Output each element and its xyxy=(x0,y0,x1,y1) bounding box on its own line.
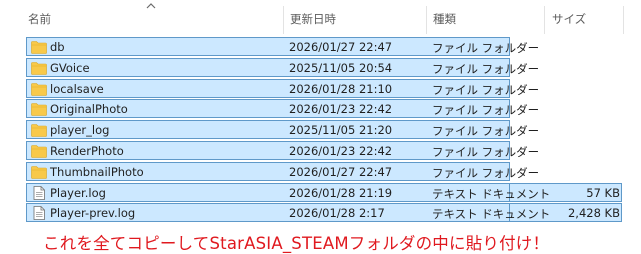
file-name: RenderPhoto xyxy=(50,144,124,158)
file-date-modified: 2026/01/27 22:47 xyxy=(289,164,393,179)
folder-icon xyxy=(31,61,47,75)
file-row[interactable]: Player-prev.log 2026/01/28 2:17 テキスト ドキュメン… xyxy=(26,203,620,223)
file-type: ファイル フォルダー xyxy=(432,61,540,76)
instruction-note: これを全てコピーしてStarASIA_STEAMフォルダの中に貼り付け！ xyxy=(43,234,550,253)
file-type: ファイル フォルダー xyxy=(432,165,540,180)
file-row[interactable]: ThumbnailPhoto 2026/01/27 22:47 ファイル フォルダー xyxy=(26,161,539,181)
file-name: localsave xyxy=(50,81,104,96)
file-row[interactable]: localsave 2026/01/28 21:10 ファイル フォルダー xyxy=(26,78,539,98)
file-row[interactable]: Player.log 2026/01/28 21:19 テキスト ドキュメント 57 … xyxy=(26,182,620,202)
folder-icon xyxy=(31,165,47,179)
file-type: ファイル フォルダー xyxy=(432,41,540,55)
file-name: Player.log xyxy=(50,185,106,200)
file-date-modified: 2025/11/05 21:20 xyxy=(289,123,393,138)
sort-ascending-chevron-icon[interactable] xyxy=(146,2,156,9)
column-header-date[interactable]: 更新日時 xyxy=(290,11,336,27)
file-date-modified: 2026/01/23 22:42 xyxy=(289,102,393,117)
file-name: db xyxy=(50,40,65,54)
column-header-size[interactable]: サイズ xyxy=(552,11,586,27)
column-header-type[interactable]: 種類 xyxy=(433,11,456,27)
file-row[interactable]: GVoice 2025/11/05 20:54 ファイル フォルダー xyxy=(26,57,539,77)
file-size: 2,428 KB xyxy=(567,206,620,221)
file-type: ファイル フォルダー xyxy=(432,145,540,159)
column-divider[interactable] xyxy=(283,6,284,34)
file-row[interactable]: db 2026/01/27 22:47 ファイル フォルダー xyxy=(26,37,539,56)
folder-icon xyxy=(31,102,47,117)
column-divider[interactable] xyxy=(623,6,624,34)
file-name: ThumbnailPhoto xyxy=(50,164,144,179)
file-date-modified: 2026/01/27 22:47 xyxy=(289,40,393,54)
file-name: GVoice xyxy=(50,60,90,75)
file-date-modified: 2026/01/28 21:19 xyxy=(289,185,393,200)
file-date-modified: 2025/11/05 20:54 xyxy=(289,60,393,75)
column-divider[interactable] xyxy=(544,6,545,34)
file-name: player_log xyxy=(50,123,110,138)
column-header-bar: 名前 更新日時 種類 サイズ xyxy=(0,0,641,36)
file-type: ファイル フォルダー xyxy=(432,103,540,118)
file-date-modified: 2026/01/28 2:17 xyxy=(289,206,385,221)
file-date-modified: 2026/01/28 21:10 xyxy=(289,81,393,96)
file-size: 57 KB xyxy=(586,185,620,200)
file-name: Player-prev.log xyxy=(50,206,136,221)
folder-icon xyxy=(31,82,47,96)
column-header-name[interactable]: 名前 xyxy=(28,11,51,27)
text-file-icon xyxy=(31,185,47,200)
file-date-modified: 2026/01/23 22:42 xyxy=(289,144,393,158)
folder-icon xyxy=(31,40,47,54)
file-row[interactable]: player_log 2025/11/05 21:20 ファイル フォルダー xyxy=(26,120,539,140)
file-row[interactable]: OriginalPhoto 2026/01/23 22:42 ファイル フォルダー xyxy=(26,99,539,119)
folder-icon xyxy=(31,144,47,158)
folder-icon xyxy=(31,123,47,137)
column-divider[interactable] xyxy=(426,6,427,34)
file-row[interactable]: RenderPhoto 2026/01/23 22:42 ファイル フォルダー xyxy=(26,141,539,160)
text-file-icon xyxy=(31,206,47,221)
file-name: OriginalPhoto xyxy=(50,102,128,117)
file-type: ファイル フォルダー xyxy=(432,82,540,97)
file-type: ファイル フォルダー xyxy=(432,124,540,139)
